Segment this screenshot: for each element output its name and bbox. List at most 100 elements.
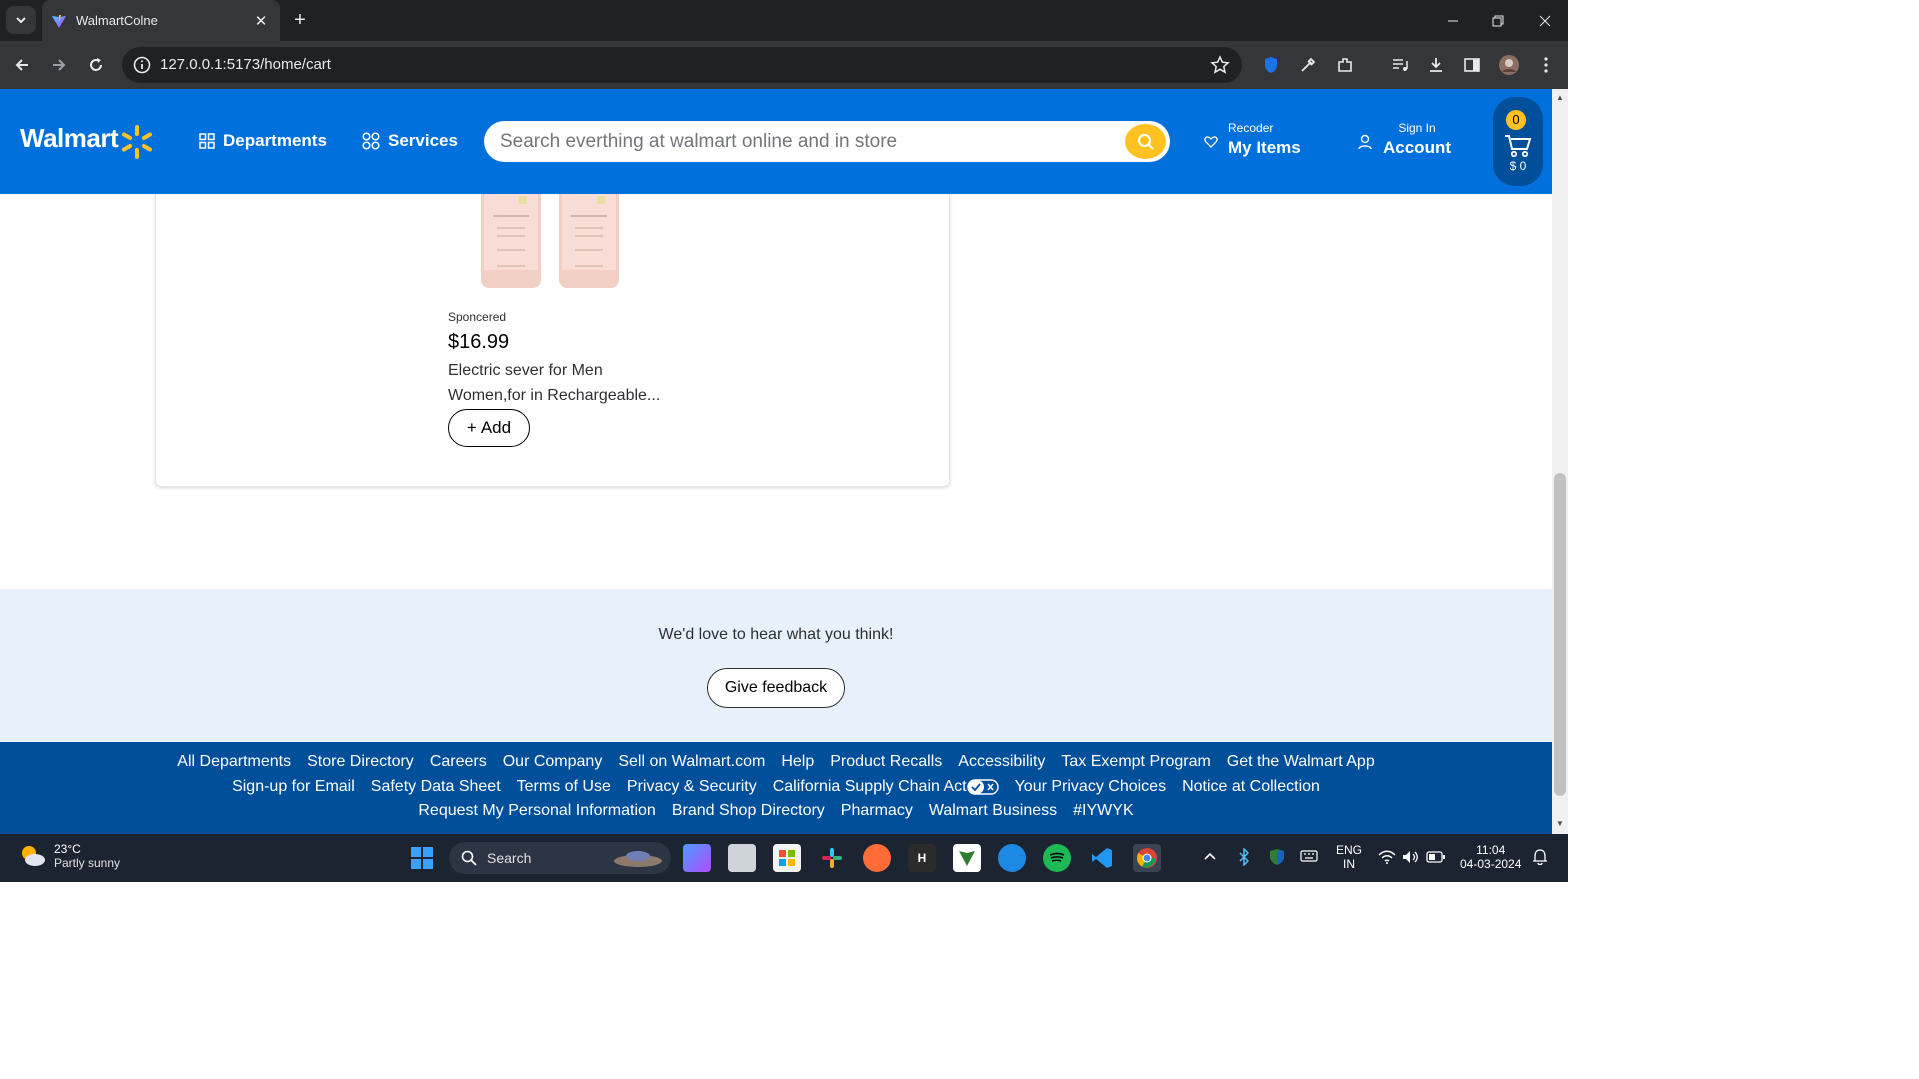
site-footer: All Departments Store Directory Careers … xyxy=(0,742,1552,834)
weather-widget[interactable]: 23°C Partly sunny xyxy=(18,842,120,870)
product-name[interactable]: Electric sever for Men Women,for in Rech… xyxy=(448,358,678,408)
footer-link[interactable]: Request My Personal Information xyxy=(418,802,655,820)
browser-tab-active[interactable]: WalmartColne ✕ xyxy=(42,0,280,41)
footer-link[interactable]: Terms of Use xyxy=(517,778,611,796)
departments-label: Departments xyxy=(223,131,327,150)
battery-icon[interactable] xyxy=(1426,851,1446,866)
search-icon xyxy=(461,850,477,866)
reload-button[interactable] xyxy=(82,51,110,79)
minimize-button[interactable] xyxy=(1430,0,1476,41)
chevron-down-icon xyxy=(16,17,26,24)
extension-shield-icon[interactable] xyxy=(1259,53,1283,77)
postman-app-icon[interactable] xyxy=(863,844,891,872)
footer-link[interactable]: Help xyxy=(781,753,814,771)
h-app-icon[interactable]: H xyxy=(908,844,936,872)
address-bar[interactable]: 127.0.0.1:5173/home/cart xyxy=(122,47,1242,83)
grid-icon xyxy=(199,133,215,149)
eyedropper-icon[interactable] xyxy=(1296,53,1320,77)
extensions-puzzle-icon[interactable] xyxy=(1333,53,1357,77)
footer-link[interactable]: Accessibility xyxy=(958,753,1045,771)
chrome-menu-icon[interactable] xyxy=(1534,53,1558,77)
footer-link[interactable]: Walmart Business xyxy=(929,802,1057,820)
security-shield-icon[interactable] xyxy=(1268,848,1286,869)
taskbar-search[interactable]: Search xyxy=(449,842,671,874)
footer-link[interactable]: Tax Exempt Program xyxy=(1061,753,1210,771)
cart-button[interactable]: 0 $ 0 xyxy=(1493,97,1543,186)
add-to-cart-button[interactable]: + Add xyxy=(448,409,530,447)
scrollbar-thumb[interactable] xyxy=(1554,473,1566,796)
footer-link[interactable]: Safety Data Sheet xyxy=(371,778,501,796)
notifications-bell-icon[interactable] xyxy=(1532,848,1548,869)
walmart-logo-text[interactable]: Walmart xyxy=(20,123,119,154)
slack-app-icon[interactable] xyxy=(818,844,846,872)
vite-favicon-icon xyxy=(52,14,66,28)
tab-close-icon[interactable]: ✕ xyxy=(250,12,272,30)
taskbar-search-label: Search xyxy=(487,850,532,866)
footer-link[interactable]: All Departments xyxy=(177,753,291,771)
edge-app-icon[interactable] xyxy=(998,844,1026,872)
clock[interactable]: 11:04 04-03-2024 xyxy=(1460,843,1521,871)
keyboard-icon[interactable] xyxy=(1300,849,1318,866)
footer-link[interactable]: #IYWYK xyxy=(1073,802,1133,820)
scroll-up-arrow-icon[interactable]: ▲ xyxy=(1555,93,1565,103)
search-button[interactable] xyxy=(1125,124,1166,159)
restore-button[interactable] xyxy=(1475,0,1521,41)
reorder-my-items-link[interactable]: Recoder My Items xyxy=(1204,121,1301,158)
page-scrollbar[interactable]: ▲ ▼ xyxy=(1552,89,1568,834)
weather-description: Partly sunny xyxy=(54,856,121,870)
footer-link[interactable]: Pharmacy xyxy=(841,802,913,820)
footer-link[interactable]: Brand Shop Directory xyxy=(672,802,825,820)
footer-link[interactable]: Get the Walmart App xyxy=(1227,753,1375,771)
sponsored-label: Sponcered xyxy=(448,310,507,324)
footer-link[interactable]: Store Directory xyxy=(307,753,414,771)
language-indicator[interactable]: ENG IN xyxy=(1336,843,1362,871)
back-button[interactable] xyxy=(8,51,36,79)
side-panel-icon[interactable] xyxy=(1460,53,1484,77)
site-info-icon[interactable] xyxy=(132,55,152,75)
wifi-icon[interactable] xyxy=(1378,850,1396,867)
services-link[interactable]: Services xyxy=(362,131,458,151)
microsoft-store-app-icon[interactable] xyxy=(773,844,801,872)
spotify-app-icon[interactable] xyxy=(1043,844,1071,872)
search-input[interactable] xyxy=(500,121,1120,162)
new-tab-button[interactable]: + xyxy=(288,8,312,32)
plus-icon: + xyxy=(466,418,477,437)
footer-link[interactable]: Sell on Walmart.com xyxy=(618,753,765,771)
account-link[interactable]: Sign In Account xyxy=(1358,121,1451,158)
minimize-icon xyxy=(1448,20,1458,21)
walmart-spark-icon[interactable] xyxy=(120,125,154,159)
download-icon[interactable] xyxy=(1424,53,1448,77)
give-feedback-button[interactable]: Give feedback xyxy=(707,668,845,708)
file-explorer-app-icon[interactable] xyxy=(728,844,756,872)
footer-link[interactable]: Careers xyxy=(430,753,487,771)
media-control-icon[interactable] xyxy=(1388,53,1412,77)
footer-link[interactable]: Notice at Collection xyxy=(1182,778,1320,796)
chrome-app-icon[interactable] xyxy=(1133,844,1161,872)
departments-link[interactable]: Departments xyxy=(199,131,327,151)
footer-link[interactable]: Our Company xyxy=(503,753,603,771)
copilot-app-icon[interactable] xyxy=(683,844,711,872)
windows-start-icon[interactable] xyxy=(408,844,436,872)
footer-link[interactable]: Privacy & Security xyxy=(627,778,757,796)
show-hidden-icons[interactable] xyxy=(1203,850,1217,864)
bookmark-star-icon[interactable] xyxy=(1210,55,1230,75)
scroll-down-arrow-icon[interactable]: ▼ xyxy=(1555,819,1565,829)
vite-app-icon[interactable] xyxy=(953,844,981,872)
footer-link[interactable]: Your Privacy Choices xyxy=(1015,778,1166,796)
volume-icon[interactable] xyxy=(1402,850,1420,867)
restore-icon xyxy=(1492,15,1504,26)
search-icon xyxy=(1137,133,1154,150)
footer-link-california[interactable]: California Supply Chain Act xyxy=(773,778,999,796)
vscode-app-icon[interactable] xyxy=(1088,844,1116,872)
close-window-button[interactable] xyxy=(1522,0,1568,41)
footer-link[interactable]: Sign-up for Email xyxy=(232,778,355,796)
clock-date: 04-03-2024 xyxy=(1460,857,1522,871)
url-text: 127.0.0.1:5173/home/cart xyxy=(160,56,331,73)
footer-links-row-1: All Departments Store Directory Careers … xyxy=(0,753,1552,771)
profile-avatar[interactable] xyxy=(1497,53,1521,77)
tab-title: WalmartColne xyxy=(76,13,158,28)
bluetooth-icon[interactable] xyxy=(1238,847,1250,869)
forward-button[interactable] xyxy=(45,51,73,79)
footer-link[interactable]: Product Recalls xyxy=(830,753,942,771)
tab-search-button[interactable] xyxy=(6,6,36,34)
